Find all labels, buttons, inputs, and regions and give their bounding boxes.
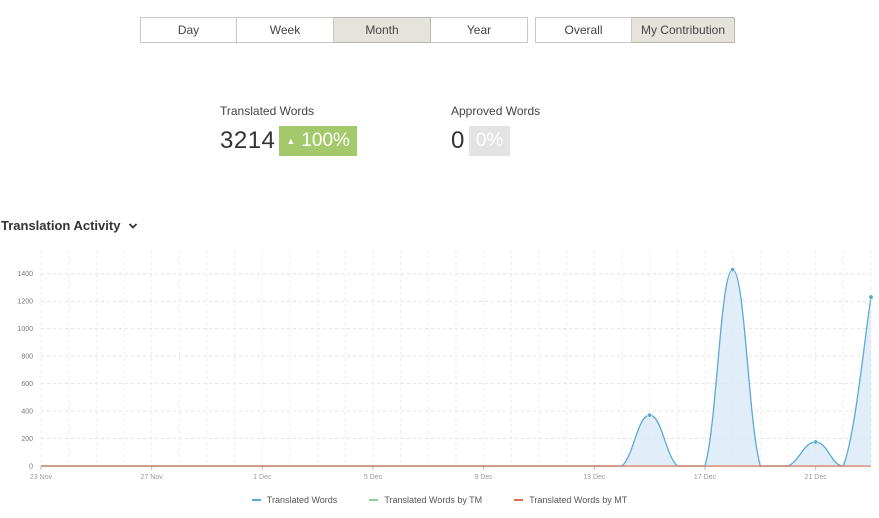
legend-label-translated: Translated Words xyxy=(266,495,338,505)
approved-words-percent: 0% xyxy=(475,130,504,151)
period-toggle-group: Day Week Month Year xyxy=(140,17,528,43)
scope-toggle-group: Overall My Contribution xyxy=(535,17,735,43)
data-point xyxy=(813,439,819,445)
x-tick-label: 27 Nov xyxy=(141,474,164,481)
x-tick-label: 13 Dec xyxy=(583,474,606,481)
overall-button[interactable]: Overall xyxy=(535,17,632,43)
approved-words-stat: Approved Words 0 0% xyxy=(451,104,540,156)
translated-words-percent: 100% xyxy=(301,130,350,151)
y-tick-label: 600 xyxy=(21,381,33,388)
legend-item-translated[interactable]: Translated Words xyxy=(251,495,338,505)
data-point xyxy=(868,294,874,300)
x-tick-label: 9 Dec xyxy=(475,474,494,481)
legend-swatch-mt xyxy=(514,499,524,501)
legend-item-tm[interactable]: Translated Words by TM xyxy=(369,495,482,505)
legend-item-mt[interactable]: Translated Words by MT xyxy=(514,495,627,505)
chevron-down-icon xyxy=(129,222,138,229)
day-button[interactable]: Day xyxy=(140,17,237,43)
translated-words-label: Translated Words xyxy=(220,104,315,118)
translated-words-badge: ▲ 100% xyxy=(279,126,357,156)
approved-words-label: Approved Words xyxy=(451,104,541,118)
translated-words-value: 3214 xyxy=(220,127,276,154)
month-button[interactable]: Month xyxy=(334,17,431,43)
approved-words-badge: 0% xyxy=(468,126,511,156)
x-tick-label: 17 Dec xyxy=(694,474,717,481)
x-tick-label: 21 Dec xyxy=(805,474,828,481)
my-contribution-button[interactable]: My Contribution xyxy=(632,17,735,43)
x-tick-label: 1 Dec xyxy=(253,474,272,481)
x-tick-label: 5 Dec xyxy=(364,474,383,481)
week-button[interactable]: Week xyxy=(237,17,334,43)
translation-activity-dropdown[interactable]: Translation Activity xyxy=(1,218,138,233)
legend-swatch-translated xyxy=(251,499,261,501)
translated-words-stat: Translated Words 3214 ▲ 100% xyxy=(220,104,357,156)
legend-swatch-tm xyxy=(369,499,379,501)
legend-label-tm: Translated Words by TM xyxy=(384,495,483,505)
legend-label-mt: Translated Words by MT xyxy=(529,495,628,505)
y-tick-label: 1400 xyxy=(17,271,33,278)
data-point xyxy=(647,412,653,418)
y-tick-label: 400 xyxy=(21,409,33,416)
y-tick-label: 800 xyxy=(21,354,33,361)
chart-legend: Translated Words Translated Words by TM … xyxy=(0,495,879,505)
approved-words-value: 0 xyxy=(451,127,465,154)
data-point xyxy=(730,267,736,273)
arrow-up-icon: ▲ xyxy=(286,136,296,146)
section-title: Translation Activity xyxy=(1,218,121,233)
y-tick-label: 200 xyxy=(21,436,33,443)
year-button[interactable]: Year xyxy=(431,17,528,43)
y-tick-label: 1000 xyxy=(17,326,33,333)
translation-activity-chart: 0 200 400 600 800 1000 1200 1400 23 Nov 27 Nov 1 D… xyxy=(17,250,874,481)
x-tick-label: 23 Nov xyxy=(30,474,53,481)
y-tick-label: 1200 xyxy=(17,299,33,306)
y-tick-label: 0 xyxy=(29,464,33,471)
